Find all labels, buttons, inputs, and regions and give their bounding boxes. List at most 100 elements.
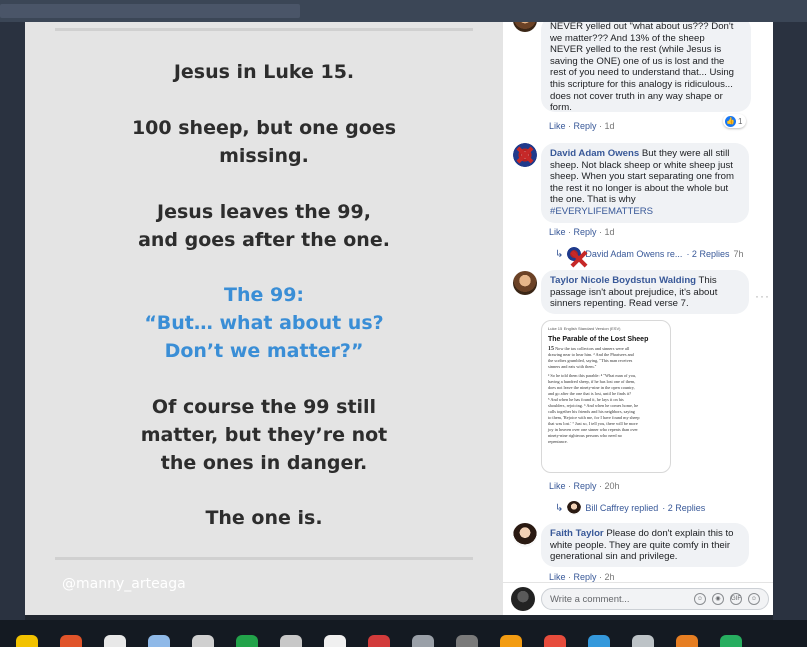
comment-time[interactable]: 20h [605,481,620,491]
post-image: Jesus in Luke 15. 100 sheep, but one goe… [25,22,503,615]
taskbar-app-icon[interactable] [676,635,698,647]
comment-actions: Like · Reply · 1d [549,121,615,131]
comment-bubble: Taylor Nicole Boydstun Walding This pass… [541,270,749,314]
comment-text-line: sheep. When you start separating one fro… [550,171,734,183]
like-link[interactable]: Like [549,121,566,131]
post-line-1: Jesus in Luke 15. [173,61,355,83]
comment-author[interactable]: Faith Taylor [550,528,604,539]
post-line-2: 100 sheep, but one goes [131,117,397,139]
post-line-10: matter, but they’re not [140,424,388,446]
comment-text-line: rest of you need to understand that... U… [550,67,734,79]
comment-time[interactable]: 1d [605,121,615,131]
comment-bubble: David Adam Owens But they were all still… [541,143,749,223]
taskbar-app-icon[interactable] [280,635,302,647]
watermark: @manny_arteaga [62,576,186,592]
like-link[interactable]: Like [549,572,566,582]
comment-text-line: generational sin and privilege. [550,551,678,563]
view-replies-link[interactable]: ↳ David Adam Owens re... · 2 Replies 7h [555,247,743,261]
comment-actions: Like · Reply · 20h [549,481,620,491]
post-line-6: The 99: [223,284,305,306]
taskbar-app-icon[interactable] [192,635,214,647]
comment-text: But they were all still [639,148,730,159]
like-link[interactable]: Like [549,481,566,491]
comment-time[interactable]: 2h [605,572,615,582]
taskbar-app-icon[interactable] [368,635,390,647]
comment-composer: Write a comment... ☺ ◉ GIF ☺ [503,582,773,615]
taskbar-app-icon[interactable] [16,635,38,647]
comment-text-line: sheep. Not black sheep or white sheep ju… [550,159,733,171]
post-line-5: and goes after the one. [138,229,390,251]
taskbar-app-icon[interactable] [324,635,346,647]
avatar-faith-taylor[interactable] [513,523,537,547]
post-line-8: Don’t we matter?” [164,340,364,362]
taskbar-app-icon[interactable] [148,635,170,647]
taskbar-app-icon[interactable] [588,635,610,647]
emoji-icon[interactable]: ☺ [694,593,706,605]
camera-icon[interactable]: ◉ [712,593,724,605]
comment-text-line: passage isn't about prejudice, it's abou… [550,286,718,298]
view-replies-link[interactable]: ↳ Bill Caffrey replied · 2 Replies [555,501,705,515]
taskbar-app-icon[interactable] [720,635,742,647]
comment-text-line: this scripture for this analogy is ridic… [550,78,733,90]
bible-body: 15 Now the tax collectors and sinners we… [548,346,664,445]
comment-author[interactable]: David Adam Owens [550,148,639,159]
comment-actions: Like · Reply · 2h [549,572,615,582]
taskbar-app-icon[interactable] [456,635,478,647]
avatar-taylor-nicole[interactable] [513,271,537,295]
reply-arrow-icon: ↳ [555,248,564,260]
lightbox-backdrop-right[interactable] [773,22,807,620]
comment-input-placeholder: Write a comment... [550,594,630,605]
comment-time[interactable]: 1d [605,227,615,237]
taskbar-app-icon[interactable] [236,635,258,647]
comment-text-line: white people. They are quite comfy in th… [550,539,731,551]
comment-bubble: NEVER yelled out "what about us??? Don't… [541,22,751,114]
comment-input[interactable]: Write a comment... ☺ ◉ GIF ☺ [541,588,769,610]
reply-link[interactable]: Reply [574,121,597,131]
taskbar-app-icon[interactable] [544,635,566,647]
lightbox-backdrop-left[interactable] [0,22,25,620]
avatar[interactable] [513,22,537,32]
gif-icon[interactable]: GIF [730,593,742,605]
comment-text-line: we matter??? And 13% of the sheep [550,32,705,44]
reply-count[interactable]: · 2 Replies [686,249,729,259]
reply-author[interactable]: David Adam Owens re... [585,249,682,259]
reply-link[interactable]: Reply [574,227,597,237]
comment-text-line: the one. That is why [550,194,636,206]
reply-author[interactable]: Bill Caffrey replied [585,503,658,513]
avatar-small [567,501,582,515]
comment-text-line: form. [550,102,572,114]
more-options-icon[interactable]: ··· [755,289,770,303]
taskbar-app-icon[interactable] [104,635,126,647]
comments-panel[interactable]: NEVER yelled out "what about us??? Don't… [503,22,773,582]
comment-author[interactable]: Taylor Nicole Boydstun Walding [550,275,696,286]
reaction-count[interactable]: 👍 1 [723,114,747,128]
comment-bubble: Faith Taylor Please do don't explain thi… [541,523,749,567]
image-bottom-divider [55,557,473,560]
comment-text-line: does not cover truth in any way shape or [550,90,723,102]
comment-text-line: saving the ONE) one of us is lost and th… [550,55,725,67]
taskbar-app-icon[interactable] [412,635,434,647]
post-line-4: Jesus leaves the 99, [157,201,371,223]
comment-text: This [696,275,717,286]
bible-title: The Parable of the Lost Sheep [548,336,649,343]
reply-time: 7h [733,249,744,259]
bible-line: repentance. [548,439,568,444]
comment-text-line: NEVER yelled out "what about us??? Don't [550,22,734,32]
address-bar[interactable] [0,4,300,18]
image-top-divider [55,28,473,31]
reply-link[interactable]: Reply [574,481,597,491]
post-line-3: missing. [219,145,309,167]
bible-line: Now the tax collectors and sinners were … [555,346,630,351]
like-reaction-icon: 👍 [725,115,736,127]
like-link[interactable]: Like [549,227,566,237]
taskbar-app-icon[interactable] [60,635,82,647]
taskbar-app-icon[interactable] [632,635,654,647]
avatar-david-adam-owens[interactable] [513,143,537,167]
reply-link[interactable]: Reply [574,572,597,582]
hashtag-link[interactable]: #EVERYLIFEMATTERS [550,206,740,218]
taskbar-app-icon[interactable] [500,635,522,647]
sticker-icon[interactable]: ☺ [748,593,760,605]
avatar-small [567,247,582,261]
reply-count[interactable]: · 2 Replies [662,503,705,513]
comment-attached-image[interactable]: Luke 15 English Standard Version (ESV) T… [541,320,671,473]
